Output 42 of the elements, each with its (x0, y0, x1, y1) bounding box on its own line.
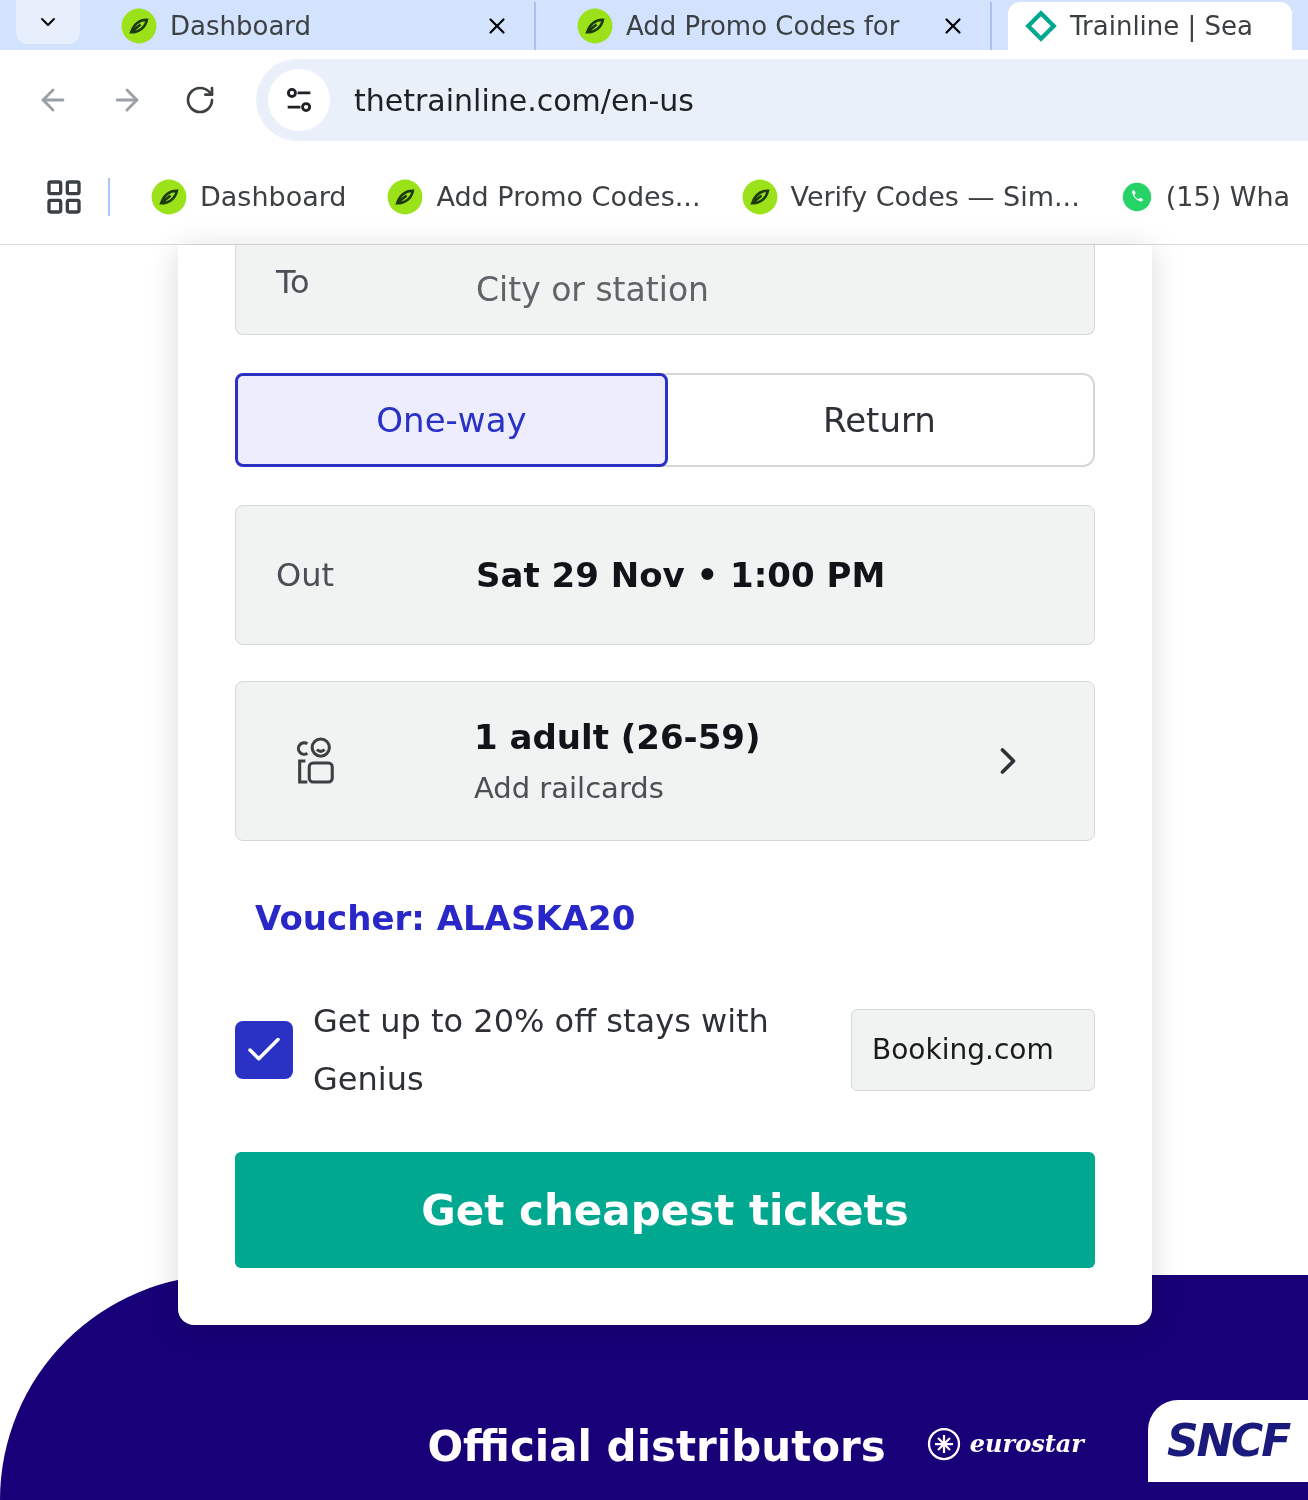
leaf-icon (386, 178, 425, 216)
booking-logo: Booking.com (851, 1009, 1095, 1091)
passengers-value: 1 adult (26-59) (474, 715, 762, 759)
bookmark[interactable]: Dashboard (150, 176, 347, 218)
leaf-icon (120, 7, 158, 45)
tab-title: Add Promo Codes for (626, 9, 901, 43)
leaf-icon (150, 178, 188, 216)
bookmark-label: (15) Wha (1165, 179, 1291, 214)
field-placeholder: City or station (476, 268, 709, 311)
bookmark-label: Add Promo Codes... (436, 179, 701, 214)
genius-text: Get up to 20% off stays with Genius (313, 1001, 770, 1100)
address-bar[interactable]: thetrainline.com/en-us (256, 59, 1308, 141)
bookmark[interactable]: Verify Codes — Sim... (740, 176, 1080, 218)
genius-checkbox[interactable] (235, 1021, 293, 1079)
passengers-field[interactable]: 1 adult (26-59) Add railcards (235, 681, 1095, 841)
voucher-text: Voucher: ALASKA20 (255, 897, 637, 940)
bookmark[interactable]: Add Promo Codes... (386, 176, 701, 218)
field-label: Out (276, 555, 335, 596)
field-value: Sat 29 Nov • 1:00 PM (476, 553, 886, 597)
bookmark-label: Dashboard (200, 179, 347, 214)
trip-type-toggle[interactable]: Return (666, 375, 1093, 465)
reload-icon[interactable] (184, 84, 216, 116)
tab-title: Dashboard (170, 9, 313, 43)
out-field[interactable]: Out Sat 29 Nov • 1:00 PM (235, 505, 1095, 645)
url-text: thetrainline.com/en-us (354, 81, 694, 120)
apps-icon[interactable] (44, 177, 84, 217)
eurostar-logo: eurostar (969, 1428, 1084, 1460)
field-label: To (276, 261, 311, 303)
leaf-icon (740, 178, 779, 216)
footer-title: Official distributors (427, 1421, 886, 1473)
railcards-text: Add railcards (474, 769, 665, 807)
leaf-icon (576, 7, 614, 45)
browser-tab[interactable]: Trainline | Sea (1008, 2, 1292, 50)
bookmark[interactable]: (15) Wha (1119, 176, 1291, 218)
sncf-logo-text: SNCF (1166, 1414, 1290, 1468)
site-settings-icon[interactable] (268, 69, 330, 131)
tab-title: Trainline | Sea (1070, 9, 1255, 44)
diamond-icon (1024, 9, 1058, 43)
star-circle-icon (925, 1426, 962, 1462)
to-field[interactable]: To City or station (235, 245, 1095, 335)
trip-type-toggle[interactable]: One-way (235, 373, 668, 467)
bookmark-label: Verify Codes — Sim... (790, 179, 1080, 214)
